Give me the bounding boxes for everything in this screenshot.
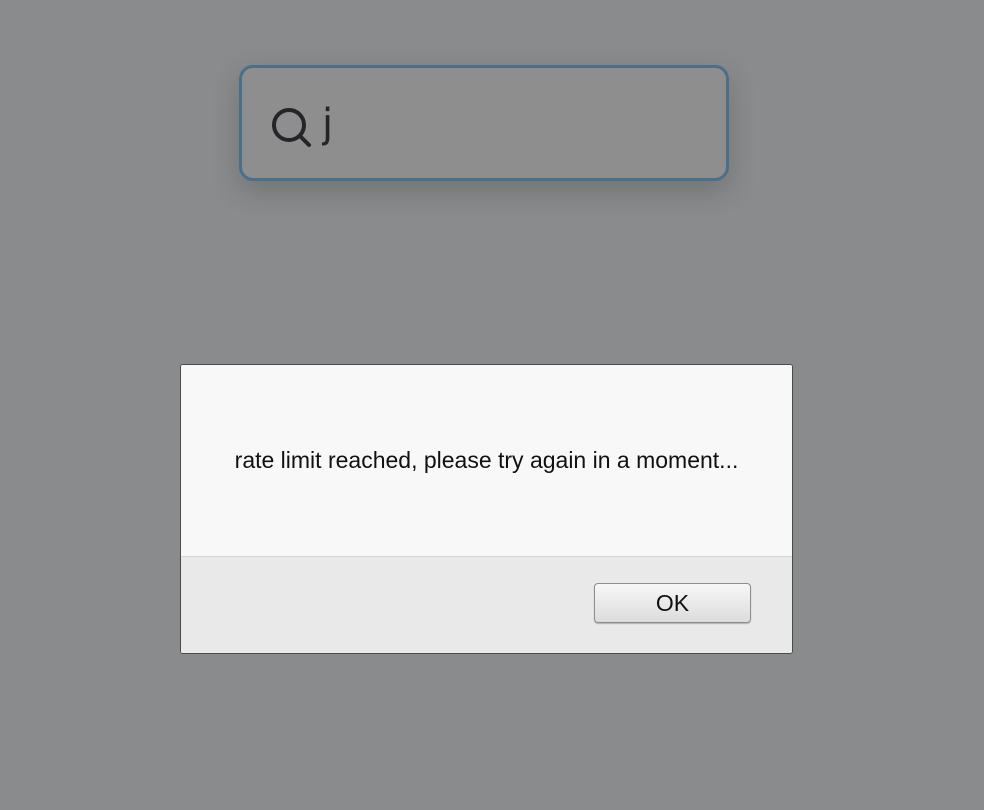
page-backdrop: rate limit reached, please try again in … (0, 0, 984, 810)
alert-dialog: rate limit reached, please try again in … (180, 364, 793, 654)
dialog-message: rate limit reached, please try again in … (234, 447, 739, 473)
dialog-footer: OK (181, 556, 792, 653)
search-box[interactable] (239, 65, 729, 181)
search-input[interactable] (322, 96, 702, 152)
ok-button[interactable]: OK (594, 583, 751, 623)
search-icon (272, 108, 311, 147)
dialog-body: rate limit reached, please try again in … (181, 365, 792, 556)
